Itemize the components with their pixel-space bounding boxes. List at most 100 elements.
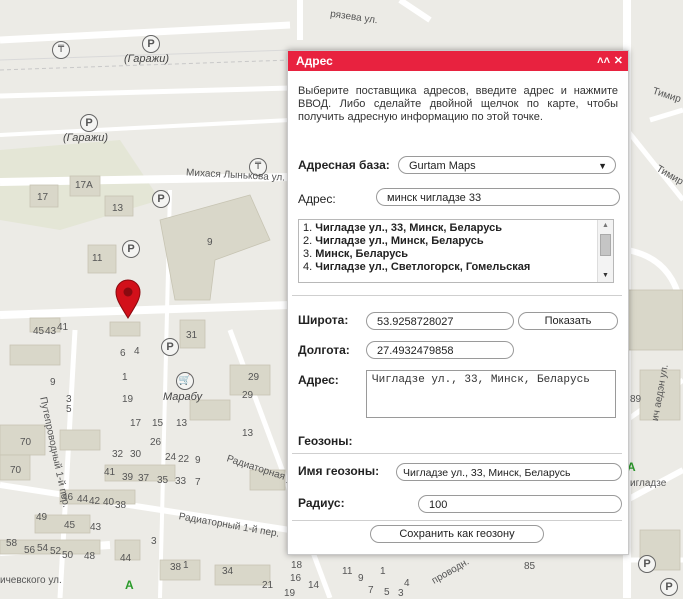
list-item[interactable]: 2. Чигладзе ул., Минск, Беларусь — [303, 235, 613, 248]
list-item[interactable]: 3. Минск, Беларусь — [303, 248, 613, 261]
geozones-label: Геозоны: — [298, 434, 353, 448]
map-label: 30 — [130, 449, 142, 460]
double-chevron-up-icon[interactable]: ˄˄ — [597, 51, 610, 71]
radius-label: Радиус: — [298, 496, 345, 510]
dialog-header[interactable]: Адрес ˄˄ ✕ — [288, 51, 628, 71]
geozone-name-label: Имя геозоны: — [298, 464, 380, 478]
scroll-down-icon[interactable]: ▼ — [598, 270, 613, 282]
map-label: 37 — [138, 473, 150, 484]
map-label: 49 — [36, 512, 48, 523]
geozone-name-input[interactable]: Чигладзе ул., 33, Минск, Беларусь — [396, 463, 622, 481]
map-label: 44 — [120, 553, 132, 564]
map-label: 43 — [45, 326, 57, 337]
parking-icon: P — [161, 338, 179, 356]
map-label: 38 — [170, 562, 182, 573]
map-label: Марабу — [163, 391, 203, 403]
map-label: 24 — [165, 452, 177, 463]
scroll-thumb[interactable] — [600, 234, 611, 256]
map-label: 54 — [37, 543, 49, 554]
address-textarea[interactable]: Чигладзе ул., 33, Минск, Беларусь — [366, 370, 616, 418]
map-label: (Гаражи) — [124, 53, 169, 65]
map-label: 42 — [89, 496, 101, 507]
map-label: 5 — [66, 404, 72, 415]
map-label: 52 — [50, 546, 62, 557]
map-label: 3 — [151, 536, 157, 547]
shop-icon: 🛒 — [176, 372, 194, 390]
map-label: 11 — [92, 253, 103, 264]
list-item[interactable]: 1. Чигладзе ул., 33, Минск, Беларусь — [303, 222, 613, 235]
map-label: 33 — [175, 476, 187, 487]
parking-icon: P — [152, 190, 170, 208]
map-label: 3 — [66, 394, 72, 405]
map-label: 1 — [122, 372, 128, 383]
address-input[interactable]: минск чигладзе 33 — [376, 188, 620, 206]
map-label: 19 — [122, 394, 134, 405]
map-label: 9 — [358, 573, 364, 584]
latitude-input[interactable]: 53.9258728027 — [366, 312, 514, 330]
longitude-label: Долгота: — [298, 343, 350, 357]
map-label: 39 — [122, 472, 134, 483]
map-label: 45 — [33, 326, 45, 337]
parking-icon: P — [80, 114, 98, 132]
map-label: 1 — [183, 560, 189, 571]
scroll-up-icon[interactable]: ▲ — [598, 220, 613, 232]
map-label: 5 — [384, 587, 390, 598]
map-label: 21 — [262, 580, 274, 591]
intro-text: Выберите поставщика адресов, введите адр… — [298, 85, 618, 123]
map-label: 41 — [104, 467, 116, 478]
map-label: 29 — [242, 390, 254, 401]
address2-label: Адрес: — [298, 373, 339, 387]
address-dialog: Адрес ˄˄ ✕ Выберите поставщика адресов, … — [287, 50, 629, 555]
map-label: 44 — [77, 494, 89, 505]
map-label: 31 — [186, 330, 198, 341]
map-label: 11 — [342, 566, 353, 577]
map-label: 1 — [380, 566, 386, 577]
map-label: 4 — [134, 346, 140, 357]
map-label: игладзе — [630, 478, 667, 489]
map-label: 56 — [24, 545, 36, 556]
parking-icon: P — [660, 578, 678, 596]
map-label: 17 — [37, 192, 49, 203]
map-label: 14 — [308, 580, 320, 591]
map-label: 38 — [115, 500, 127, 511]
map-label: 41 — [57, 322, 69, 333]
map-label: 9 — [50, 377, 56, 388]
map-label: 35 — [157, 475, 169, 486]
tenge-icon: ₸ — [52, 41, 70, 59]
map-label: ичевского ул. — [0, 575, 62, 586]
map-label: 17 — [130, 418, 142, 429]
parking-icon: P — [142, 35, 160, 53]
list-item[interactable]: 4. Чигладзе ул., Светлогорск, Гомельская — [303, 261, 613, 274]
address-base-select[interactable]: Gurtam Maps ▼ — [398, 156, 616, 174]
save-as-geozone-button[interactable]: Сохранить как геозону — [370, 525, 544, 543]
scrollbar[interactable]: ▲ ▼ — [597, 220, 613, 282]
longitude-input[interactable]: 27.4932479858 — [366, 341, 514, 359]
map-label: 19 — [284, 588, 296, 599]
parking-icon: P — [638, 555, 656, 573]
radius-input[interactable]: 100 — [418, 495, 622, 513]
map-label: 16 — [290, 573, 302, 584]
map-label: 48 — [84, 551, 96, 562]
map-label: 9 — [207, 237, 213, 248]
map-label: 6 — [120, 348, 126, 359]
map-label: 17А — [75, 180, 93, 191]
map-label: 13 — [112, 203, 124, 214]
close-icon[interactable]: ✕ — [614, 51, 623, 71]
map-label: 3 — [398, 588, 404, 599]
address-label: Адрес: — [298, 192, 336, 206]
map-label: 85 — [524, 561, 536, 572]
divider — [292, 520, 622, 521]
map-label: 13 — [176, 418, 188, 429]
map-label: 22 — [178, 454, 190, 465]
map-label: 32 — [112, 449, 124, 460]
map-label: 70 — [20, 437, 32, 448]
map-label: 43 — [90, 522, 102, 533]
map-label: 26 — [150, 437, 162, 448]
map-label: 4 — [404, 578, 410, 589]
map-label: 15 — [152, 418, 164, 429]
show-button[interactable]: Показать — [518, 312, 618, 330]
latitude-label: Широта: — [298, 313, 349, 327]
results-list[interactable]: 1. Чигладзе ул., 33, Минск, Беларусь 2. … — [298, 219, 614, 283]
map-label: 89 — [630, 394, 642, 405]
map-label: 50 — [62, 550, 74, 561]
